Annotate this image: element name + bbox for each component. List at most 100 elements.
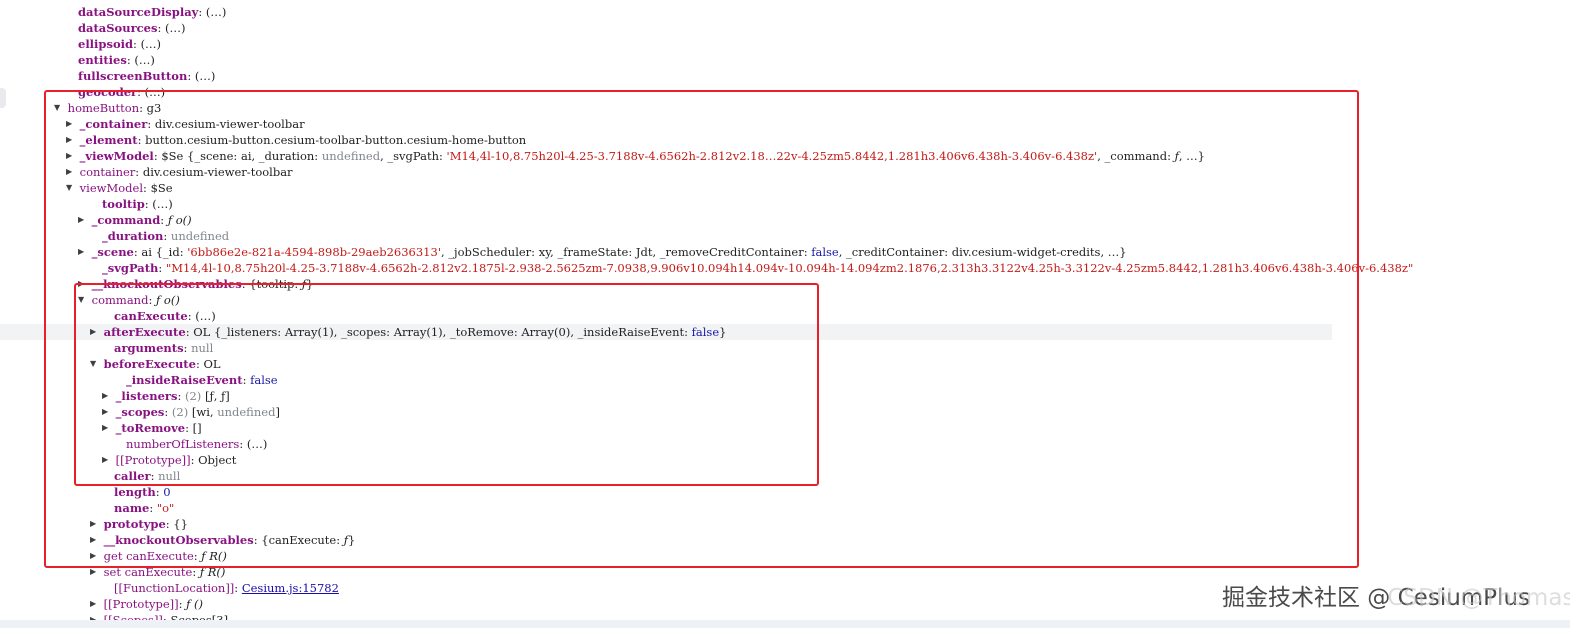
tree-row: _duration: undefined [102, 229, 230, 243]
property-key: beforeExecute [103, 357, 196, 371]
tree-row[interactable]: ▶ afterExecute: OL {_listeners: Array(1)… [0, 324, 1332, 340]
expanded-triangle-icon[interactable]: ▼ [78, 292, 88, 308]
tree-row: name: "o" [114, 501, 175, 515]
object-property-tree: dataSourceDisplay: (…) dataSources: (…) el… [0, 0, 1570, 628]
property-value: div.cesium-viewer-toolbar [142, 165, 293, 179]
tree-row: dataSources: (…) [78, 21, 186, 35]
tree-row[interactable]: ▶ _scene: ai {_id: '6bb86e2e-821a-4594-8… [0, 244, 1570, 260]
tree-row[interactable]: ▼ command: ƒ o() [0, 292, 1570, 308]
property-value: (…) [246, 437, 268, 451]
property-value: , _command: [1097, 149, 1175, 163]
property-key: geocoder [78, 85, 138, 99]
tree-row[interactable]: ▼ homeButton: g3 [0, 100, 1570, 116]
source-link[interactable]: Cesium.js:15782 [242, 581, 339, 595]
property-key: fullscreenButton [78, 69, 188, 83]
property-value: ƒ () [186, 597, 204, 611]
property-value: $Se {_scene: ai, _duration: [161, 149, 322, 163]
property-value: (2) [171, 405, 192, 419]
tree-row[interactable]: ▶ _container: div.cesium-viewer-toolbar [0, 116, 1570, 132]
property-key: tooltip [102, 197, 145, 211]
collapsed-triangle-icon[interactable]: ▶ [90, 516, 100, 532]
property-key: container [79, 165, 136, 179]
property-value: (…) [134, 53, 155, 67]
tree-row: caller: null [114, 469, 181, 483]
expanded-triangle-icon[interactable]: ▼ [90, 356, 100, 372]
tree-row[interactable]: ▶ _element: button.cesium-button.cesium-… [0, 132, 1570, 148]
property-key: length [114, 485, 156, 499]
tree-row[interactable]: ▶ [[Prototype]]: Object [0, 452, 1570, 468]
tree-row: tooltip: (…) [102, 197, 173, 211]
property-value: ai {_id: [141, 245, 188, 259]
tree-row[interactable]: ▶ prototype: {} [0, 516, 1570, 532]
tree-row: arguments: null [114, 341, 214, 355]
property-key: name [114, 501, 150, 515]
property-value: {tooltip: [249, 277, 302, 291]
property-key: __knockoutObservables [103, 533, 254, 547]
collapsed-triangle-icon[interactable]: ▶ [78, 212, 88, 228]
property-value: } [306, 277, 314, 291]
tree-row: fullscreenButton: (…) [78, 69, 216, 83]
property-key: dataSources [78, 21, 158, 35]
collapsed-triangle-icon[interactable]: ▶ [66, 164, 76, 180]
property-value: ƒ o() [167, 213, 192, 227]
property-value: [wi, [191, 405, 218, 419]
property-value: ƒ o() [156, 293, 180, 307]
collapsed-triangle-icon[interactable]: ▶ [66, 116, 76, 132]
tree-row[interactable]: ▶ container: div.cesium-viewer-toolbar [0, 164, 1570, 180]
tree-row[interactable]: ▼ beforeExecute: OL [0, 356, 1570, 372]
tree-row[interactable]: ▶ __knockoutObservables: {tooltip: ƒ} [0, 276, 1570, 292]
collapsed-triangle-icon[interactable]: ▶ [102, 452, 112, 468]
property-key: arguments [114, 341, 184, 355]
property-value: false [691, 325, 720, 339]
collapsed-triangle-icon[interactable]: ▶ [90, 548, 100, 564]
property-value: "o" [156, 501, 175, 515]
tree-row[interactable]: ▶ get canExecute: ƒ R() [0, 548, 1570, 564]
property-key: _listeners [115, 389, 178, 403]
property-key: dataSourceDisplay [78, 5, 199, 19]
property-key: [[FunctionLocation]] [114, 581, 235, 595]
collapsed-triangle-icon[interactable]: ▶ [66, 148, 76, 164]
tree-row: numberOfListeners: (…) [126, 437, 268, 451]
tree-row[interactable]: ▶ _command: ƒ o() [0, 212, 1570, 228]
bottom-scrollbar-track[interactable] [0, 620, 1570, 628]
property-value: null [158, 469, 181, 483]
property-key: _toRemove [115, 421, 186, 435]
scroll-indicator[interactable] [0, 88, 6, 108]
tree-row[interactable]: ▶ _listeners: (2) [ƒ, ƒ] [0, 388, 1570, 404]
property-key: get canExecute [103, 549, 194, 563]
expanded-triangle-icon[interactable]: ▼ [66, 180, 76, 196]
property-value: undefined [217, 405, 276, 419]
property-value: false [250, 373, 278, 387]
collapsed-triangle-icon[interactable]: ▶ [102, 404, 112, 420]
collapsed-triangle-icon[interactable]: ▶ [78, 276, 88, 292]
property-value: } [719, 325, 727, 339]
property-key: _duration [102, 229, 164, 243]
collapsed-triangle-icon[interactable]: ▶ [102, 420, 112, 436]
tree-row: dataSourceDisplay: (…) [78, 5, 227, 19]
collapsed-triangle-icon[interactable]: ▶ [78, 244, 88, 260]
collapsed-triangle-icon[interactable]: ▶ [90, 532, 100, 548]
property-value: (2) [185, 389, 205, 403]
collapsed-triangle-icon[interactable]: ▶ [66, 132, 76, 148]
watermark: 掘金技术社区 @ CesiumPlus CSDN @Thomas2020 [1222, 578, 1570, 612]
collapsed-triangle-icon[interactable]: ▶ [102, 388, 112, 404]
collapsed-triangle-icon[interactable]: ▶ [90, 324, 100, 340]
tree-row[interactable]: ▶ __knockoutObservables: {canExecute: ƒ} [0, 532, 1570, 548]
tree-row: canExecute: (…) [114, 309, 216, 323]
collapsed-triangle-icon[interactable]: ▶ [90, 596, 100, 612]
tree-row: geocoder: (…) [78, 85, 166, 99]
tree-row[interactable]: ▶ _scopes: (2) [wi, undefined] [0, 404, 1570, 420]
property-value: } [348, 533, 356, 547]
tree-row[interactable]: ▼ viewModel: $Se [0, 180, 1570, 196]
property-value: Object [198, 453, 237, 467]
property-value: false [811, 245, 839, 259]
tree-row[interactable]: ▶ _toRemove: [] [0, 420, 1570, 436]
property-value: g3 [146, 101, 162, 115]
property-key: set canExecute [103, 565, 193, 579]
expanded-triangle-icon[interactable]: ▼ [54, 100, 64, 116]
tree-row: entities: (…) [78, 53, 155, 67]
property-value: ƒ R() [199, 565, 226, 579]
tree-row[interactable]: ▶ _viewModel: $Se {_scene: ai, _duration… [0, 148, 1570, 164]
property-key: __knockoutObservables [91, 277, 242, 291]
collapsed-triangle-icon[interactable]: ▶ [90, 564, 100, 580]
